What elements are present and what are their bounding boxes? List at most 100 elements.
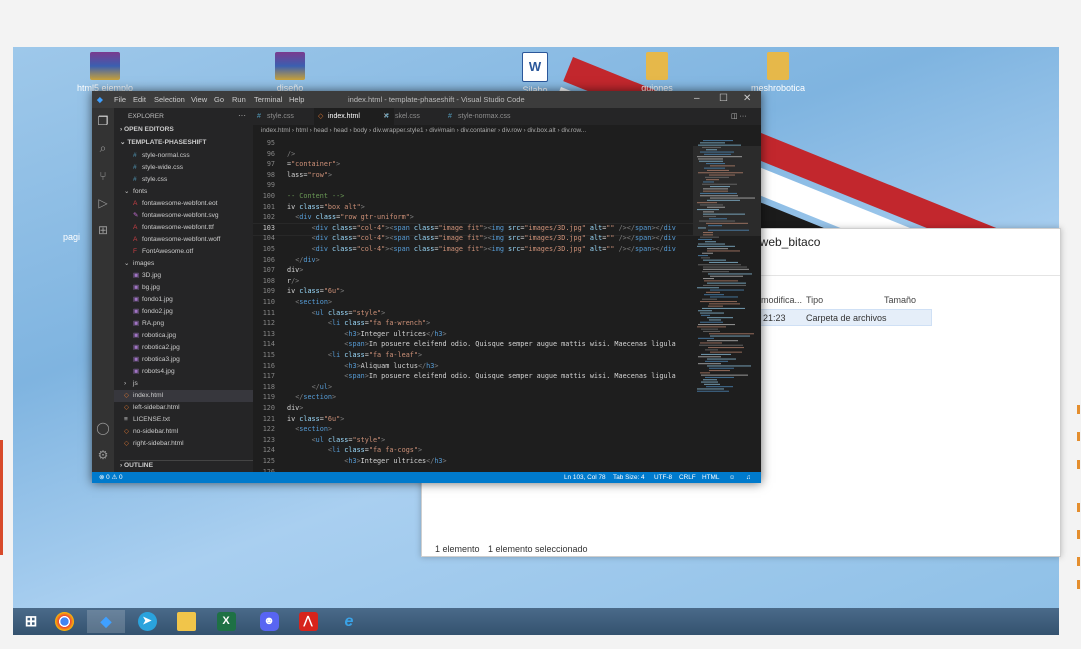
- code-line[interactable]: </ul>: [287, 383, 332, 391]
- code-line[interactable]: />: [287, 150, 295, 158]
- file-tree-item[interactable]: ▣ RA.png: [114, 318, 253, 330]
- desktop-icon[interactable]: html5 ejemplo: [73, 52, 137, 93]
- file-tree-item[interactable]: Afontawesome-webfont.eot: [114, 198, 253, 210]
- bell-icon[interactable]: ♫: [746, 472, 751, 483]
- file-tree-item[interactable]: F FontAwesome.otf: [114, 246, 253, 258]
- breadcrumb[interactable]: index.html › html › head › head › body ›…: [253, 125, 761, 136]
- file-tree-item[interactable]: ⌄ fonts: [114, 186, 253, 198]
- code-line[interactable]: iv class="6u">: [287, 415, 344, 423]
- code-line[interactable]: iv class="6u">: [287, 287, 344, 295]
- menu-terminal[interactable]: Terminal: [254, 95, 282, 104]
- vscode-window[interactable]: ◆ File Edit Selection View Go Run Termin…: [92, 91, 761, 483]
- split-editor-icon[interactable]: ◫ ···: [731, 108, 761, 125]
- menu-view[interactable]: View: [191, 95, 207, 104]
- code-editor[interactable]: 95 96 /> 97 ="container"> 98 lass="row"> 99 100 -…: [253, 136, 693, 472]
- code-line[interactable]: <div class="row gtr-uniform">: [287, 213, 414, 221]
- file-tree-item[interactable]: ▣ robotica.jpg: [114, 330, 253, 342]
- code-line[interactable]: ="container">: [287, 160, 340, 168]
- acrobat-icon[interactable]: ⋀: [292, 610, 324, 633]
- file-tree-item[interactable]: # style-normal.css: [114, 150, 253, 162]
- code-line[interactable]: <ul class="style">: [287, 309, 386, 317]
- file-tree-item[interactable]: ▣ robotica3.jpg: [114, 354, 253, 366]
- code-line[interactable]: <h3>Integer ultrices</h3>: [287, 457, 446, 465]
- cursor-position[interactable]: Ln 103, Col 78: [564, 472, 606, 483]
- file-explorer-icon[interactable]: [170, 610, 202, 633]
- code-line[interactable]: <div class="col-4"><span class="image fi…: [287, 245, 676, 253]
- file-tree-item[interactable]: ◇ left-sidebar.html: [114, 402, 253, 414]
- code-line[interactable]: <div class="col-4"><span class="image fi…: [287, 234, 676, 242]
- run-debug-icon[interactable]: ▷: [96, 196, 110, 210]
- file-tree-item[interactable]: ▣ fondo1.jpg: [114, 294, 253, 306]
- file-tree-item[interactable]: ✎ fontawesome-webfont.svg: [114, 210, 253, 222]
- language-mode[interactable]: HTML: [702, 472, 719, 483]
- column-header-size[interactable]: Tamaño: [884, 295, 916, 305]
- code-line[interactable]: <li class="fa fa-leaf">: [287, 351, 422, 359]
- search-icon[interactable]: ⌕: [96, 141, 110, 155]
- code-line[interactable]: iv class="box alt">: [287, 203, 365, 211]
- file-tree-item[interactable]: ◇ right-sidebar.html: [114, 438, 253, 450]
- code-line[interactable]: </div>: [287, 256, 320, 264]
- gear-icon[interactable]: ⚙: [96, 448, 110, 462]
- file-tree-item[interactable]: # style-wide.css: [114, 162, 253, 174]
- code-line[interactable]: r/>: [287, 277, 299, 285]
- file-tree-item[interactable]: ≡ LICENSE.txt: [114, 414, 253, 426]
- code-line[interactable]: <section>: [287, 298, 332, 306]
- code-line[interactable]: <ul class="style">: [287, 436, 386, 444]
- file-tree-item[interactable]: # style.css: [114, 174, 253, 186]
- code-line[interactable]: div>: [287, 266, 303, 274]
- file-tree-item[interactable]: Afontawesome-webfont.woff: [114, 234, 253, 246]
- file-tree-item[interactable]: ▣ bg.jpg: [114, 282, 253, 294]
- start-button[interactable]: ⊞: [15, 610, 47, 633]
- menu-file[interactable]: File: [114, 95, 126, 104]
- menu-edit[interactable]: Edit: [133, 95, 146, 104]
- code-line[interactable]: <span>In posuere eleifend odio. Quisque …: [287, 372, 675, 380]
- excel-icon[interactable]: X: [210, 610, 242, 633]
- tab-size[interactable]: Tab Size: 4: [613, 472, 645, 483]
- code-line[interactable]: </section>: [287, 393, 336, 401]
- column-header-modified[interactable]: modifica...: [761, 295, 802, 305]
- code-line[interactable]: <li class="fa fa-cogs">: [287, 446, 422, 454]
- project-section[interactable]: ⌄ TEMPLATE-PHASESHIFT: [120, 138, 206, 146]
- code-line[interactable]: lass="row">: [287, 171, 332, 179]
- telegram-icon[interactable]: ➤: [131, 610, 163, 633]
- more-icon[interactable]: ···: [238, 111, 246, 120]
- file-tree-item[interactable]: ⌄ images: [114, 258, 253, 270]
- file-tree-item[interactable]: ▣ 3D.jpg: [114, 270, 253, 282]
- feedback-icon[interactable]: ☺: [729, 472, 736, 483]
- vscode-icon[interactable]: ◆: [87, 610, 125, 633]
- account-icon[interactable]: ◯: [96, 421, 110, 435]
- open-editors-section[interactable]: › OPEN EDITORS: [120, 126, 174, 133]
- file-tree-item[interactable]: ▣ fondo2.jpg: [114, 306, 253, 318]
- code-line[interactable]: div>: [287, 404, 303, 412]
- editor-area[interactable]: # style.css ◇ index.html ✕ # skel.css # style…: [253, 108, 761, 472]
- discord-icon[interactable]: ☻: [253, 610, 285, 633]
- menu-selection[interactable]: Selection: [154, 95, 185, 104]
- menu-go[interactable]: Go: [214, 95, 224, 104]
- line-ending[interactable]: CRLF: [679, 472, 696, 483]
- source-control-icon[interactable]: ⑂: [96, 169, 110, 183]
- code-line[interactable]: <div class="col-4"><span class="image fi…: [287, 224, 676, 232]
- problems-indicator[interactable]: ⊗ 0 ⚠ 0: [99, 472, 123, 483]
- title-bar[interactable]: ◆ File Edit Selection View Go Run Termin…: [92, 91, 761, 108]
- close-icon[interactable]: ✕: [743, 93, 751, 104]
- file-tree-item[interactable]: Afontawesome-webfont.ttf: [114, 222, 253, 234]
- desktop-icon[interactable]: guiones: [625, 52, 689, 93]
- explorer-icon[interactable]: ❐: [96, 114, 110, 128]
- file-tree-item[interactable]: ▣ robots4.jpg: [114, 366, 253, 378]
- file-tree-item[interactable]: › js: [114, 378, 253, 390]
- maximize-icon[interactable]: ☐: [719, 93, 728, 104]
- code-line[interactable]: <li class="fa fa-wrench">: [287, 319, 430, 327]
- menu-help[interactable]: Help: [289, 95, 304, 104]
- file-tree-item[interactable]: ◇ no-sidebar.html: [114, 426, 253, 438]
- outline-section[interactable]: › OUTLINE: [120, 460, 253, 469]
- code-line[interactable]: <section>: [287, 425, 332, 433]
- chrome-icon[interactable]: [48, 610, 80, 633]
- file-tree-item[interactable]: ▣ robotica2.jpg: [114, 342, 253, 354]
- code-line[interactable]: <span>In posuere eleifend odio. Quisque …: [287, 340, 675, 348]
- minimize-icon[interactable]: –: [694, 93, 700, 104]
- code-line[interactable]: <h3>Integer ultrices</h3>: [287, 330, 446, 338]
- code-line[interactable]: -- Content -->: [287, 192, 344, 200]
- menu-run[interactable]: Run: [232, 95, 246, 104]
- internet-explorer-icon[interactable]: e: [333, 610, 365, 633]
- code-line[interactable]: <h3>Aliquam luctus</h3>: [287, 362, 438, 370]
